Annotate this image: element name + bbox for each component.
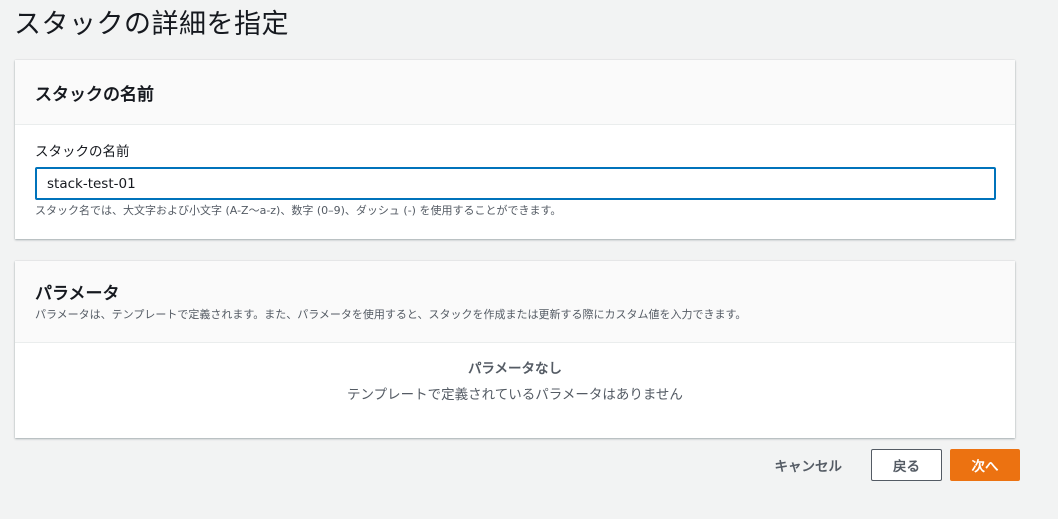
stack-name-input[interactable] — [35, 167, 996, 200]
stack-name-panel-title: スタックの名前 — [35, 85, 154, 105]
parameters-empty-state: パラメータなし テンプレートで定義されているパラメータはありません — [15, 343, 1015, 404]
stack-name-hint: スタック名では、大文字および小文字 (A-Z〜a-z)、数字 (0–9)、ダッシ… — [35, 204, 562, 217]
parameters-panel-description: パラメータは、テンプレートで定義されます。また、パラメータを使用すると、スタック… — [35, 308, 747, 321]
parameters-empty-title: パラメータなし — [467, 361, 563, 377]
next-button[interactable]: 次へ — [950, 449, 1020, 481]
parameters-panel-title: パラメータ — [35, 284, 120, 304]
parameters-panel-header: パラメータ パラメータは、テンプレートで定義されます。また、パラメータを使用する… — [15, 261, 1015, 343]
back-button[interactable]: 戻る — [871, 449, 942, 481]
stack-name-panel-body: スタックの名前 スタック名では、大文字および小文字 (A-Z〜a-z)、数字 (… — [15, 125, 1015, 218]
parameters-empty-description: テンプレートで定義されているパラメータはありません — [347, 387, 683, 403]
page: スタックの詳細を指定 スタックの名前 スタックの名前 スタック名では、大文字およ… — [0, 0, 1058, 519]
stack-name-label: スタックの名前 — [35, 144, 130, 160]
parameters-panel: パラメータ パラメータは、テンプレートで定義されます。また、パラメータを使用する… — [15, 261, 1015, 438]
wizard-actions: キャンセル 戻る 次へ — [765, 449, 1020, 481]
cancel-button[interactable]: キャンセル — [765, 449, 853, 481]
stack-name-panel: スタックの名前 スタックの名前 スタック名では、大文字および小文字 (A-Z〜a… — [15, 60, 1015, 239]
page-title: スタックの詳細を指定 — [14, 9, 289, 40]
stack-name-panel-header: スタックの名前 — [15, 60, 1015, 125]
